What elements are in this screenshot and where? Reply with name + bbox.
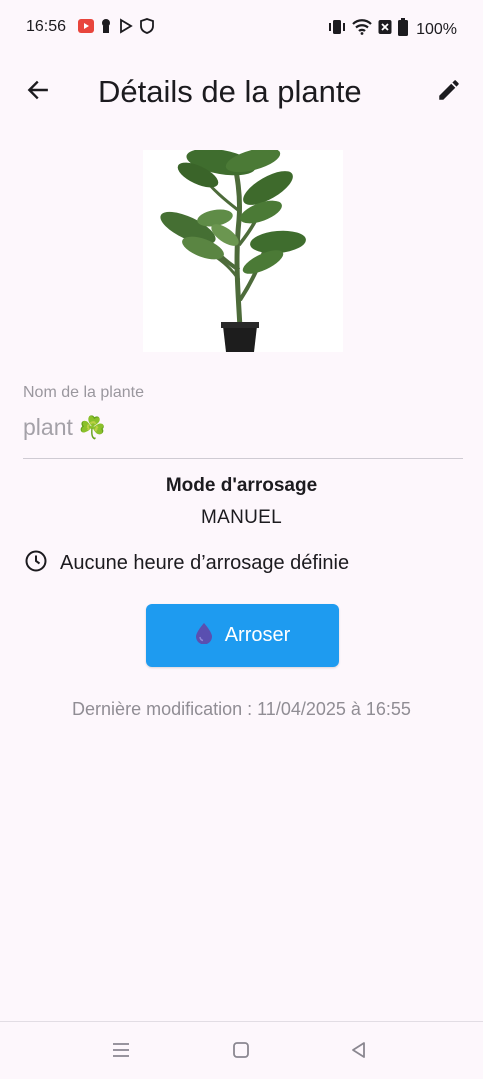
notification-icon	[100, 18, 112, 39]
status-left-icons	[78, 18, 154, 39]
app-bar: Détails de la plante	[0, 60, 483, 124]
battery-percent: 100%	[416, 20, 457, 38]
plant-name-value-row: plant ☘️	[23, 414, 106, 441]
battery-icon	[398, 18, 409, 41]
plant-details-screen: 16:56 100% Détails de la plante Nom de l…	[0, 0, 483, 1079]
home-icon	[231, 1040, 251, 1065]
shield-icon	[140, 18, 154, 39]
water-button-label: Arroser	[224, 624, 291, 646]
menu-icon	[111, 1041, 131, 1064]
system-nav-bar	[0, 1021, 483, 1079]
plant-photo	[143, 147, 343, 352]
status-time: 16:56	[26, 18, 67, 35]
pencil-icon	[436, 77, 462, 108]
plant-name-value: plant	[23, 414, 73, 440]
watering-mode-title: Mode d'arrosage	[165, 475, 318, 496]
last-modified-text: Dernière modification : 11/04/2025 à 16:…	[72, 699, 411, 719]
back-button[interactable]	[22, 76, 54, 108]
edit-button[interactable]	[433, 76, 465, 108]
status-bar: 16:56 100%	[0, 0, 483, 56]
youtube-icon	[78, 18, 94, 39]
nav-back-button[interactable]	[347, 1040, 371, 1064]
watering-schedule-row: Aucune heure d’arrosage définie	[24, 549, 349, 578]
no-sim-icon	[378, 19, 392, 40]
page-title: Détails de la plante	[98, 74, 362, 109]
watering-schedule-text: Aucune heure d’arrosage définie	[60, 552, 350, 574]
watering-mode-value: MANUEL	[201, 507, 282, 528]
water-drop-icon	[195, 622, 213, 649]
plant-name-label: Nom de la plante	[23, 384, 144, 401]
vibrate-icon	[328, 19, 346, 40]
back-icon	[349, 1040, 369, 1065]
arrow-back-icon	[25, 77, 51, 108]
wifi-icon	[352, 19, 372, 40]
recents-button[interactable]	[109, 1040, 133, 1064]
clock-icon	[24, 549, 48, 578]
clover-emoji: ☘️	[78, 414, 107, 440]
plant-name-field[interactable]: Nom de la plante plant ☘️	[23, 380, 463, 459]
water-button[interactable]: Arroser	[146, 604, 339, 667]
play-store-icon	[118, 18, 134, 39]
home-button[interactable]	[229, 1040, 253, 1064]
status-right-icons: 100%	[328, 18, 457, 41]
